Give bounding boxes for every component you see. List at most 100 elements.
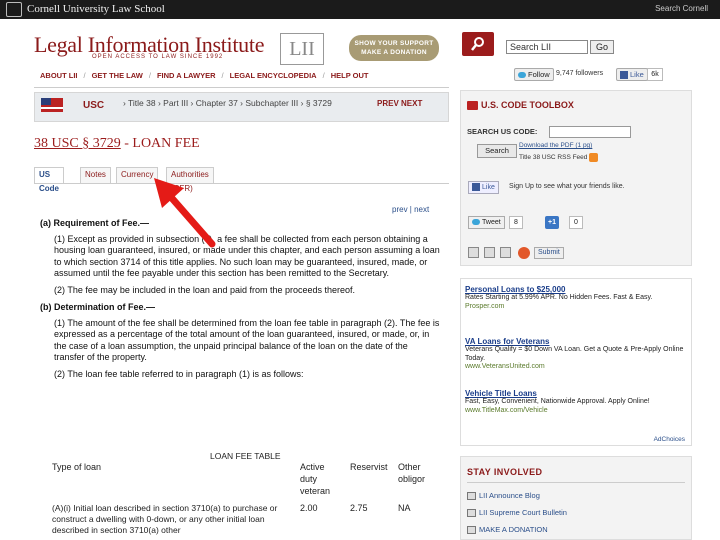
rss-label: Title 38 USC RSS Feed [519, 154, 588, 162]
rss-feed-link[interactable]: Title 38 USC RSS Feed [519, 153, 599, 162]
ad-description: Fast, Easy, Convenient, Nationwide Appro… [465, 398, 650, 405]
ad-title[interactable]: Personal Loans to $25,000 [465, 285, 690, 294]
nav-help-out[interactable]: HELP OUT [331, 71, 369, 80]
twitter-bird-icon [472, 219, 480, 226]
breadcrumb-bar: USC › Title 38 › Part III › Chapter 37 ›… [34, 92, 449, 122]
table-cell-type: (A)(i) Initial loan described in section… [52, 503, 278, 535]
blog-icon [467, 492, 476, 501]
ad-url[interactable]: www.VeteransUnited.com [465, 363, 690, 370]
prev-next-pager[interactable]: prev | next [392, 205, 429, 214]
subsection-b-heading: (b) Determination of Fee.— [40, 302, 156, 312]
nav-get-the-law[interactable]: GET THE LAW [92, 71, 143, 80]
facebook-icon [620, 71, 628, 80]
toolbox-title-text: U.S. CODE TOOLBOX [481, 100, 574, 110]
ad-item[interactable]: Personal Loans to $25,000 Rates Starting… [465, 285, 690, 310]
nav-separator: / [221, 71, 224, 80]
subsection-a-heading: (a) Requirement of Fee.— [40, 218, 150, 228]
prev-next-links[interactable]: PREV NEXT [377, 99, 422, 108]
main-nav: ABOUT LII / GET THE LAW / FIND A LAWYER / LEGA… [40, 71, 368, 80]
toolbox-title: U.S. CODE TOOLBOX [467, 100, 574, 111]
table-cell-active: 2.00 [300, 503, 318, 513]
ad-item[interactable]: VA Loans for Veterans Veterans Qualify =… [465, 337, 690, 370]
tab-us-code[interactable]: US Code [34, 167, 64, 193]
code-label[interactable]: USC [83, 100, 104, 111]
paragraph-a1: (1) Except as provided in subsection (c)… [54, 233, 440, 279]
stay-involved-divider [467, 482, 685, 483]
nav-legal-encyclopedia[interactable]: LEGAL ENCYCLOPEDIA [230, 71, 317, 80]
submit-button[interactable]: Submit [534, 247, 564, 259]
twitter-bird-icon [518, 72, 526, 79]
tabs-divider [34, 183, 449, 184]
paragraph-a2: (2) The fee may be included in the loan … [54, 284, 356, 295]
donation-icon [467, 526, 476, 535]
cornell-seal-icon[interactable] [6, 2, 22, 17]
nav-find-a-lawyer[interactable]: FIND A LAWYER [157, 71, 216, 80]
toolbox-like-button[interactable]: Like [468, 181, 499, 194]
toolbox-icon [467, 101, 478, 111]
stay-involved-title: STAY INVOLVED [467, 467, 543, 477]
donate-button[interactable]: SHOW YOUR SUPPORT MAKE A DONATION [349, 35, 439, 61]
facebook-like-button[interactable]: Like [616, 68, 648, 81]
tweet-label: Tweet [482, 219, 501, 226]
table-header-active: Active duty veteran [300, 462, 331, 496]
toolbox-search-button[interactable]: Search [477, 144, 517, 158]
make-donation-link[interactable]: MAKE A DONATION [467, 525, 548, 535]
paragraph-b2: (2) The loan fee table referred to in pa… [54, 368, 304, 379]
site-tagline: OPEN ACCESS TO LAW SINCE 1992 [92, 54, 224, 60]
table-cell-reservist: 2.75 [350, 503, 368, 513]
section-citation[interactable]: 38 USC § 3729 [34, 136, 121, 151]
nav-separator: / [322, 71, 325, 80]
rss-icon [589, 153, 599, 162]
ad-url[interactable]: Prosper.com [465, 303, 690, 310]
like-signup-text: Sign Up to see what your friends like. [509, 183, 625, 190]
like-label: Like [482, 184, 495, 191]
ad-title[interactable]: VA Loans for Veterans [465, 337, 690, 346]
stumbleupon-icon[interactable] [518, 247, 530, 259]
follow-label: Follow [528, 70, 550, 79]
us-flag-icon [41, 98, 63, 112]
nav-separator: / [83, 71, 86, 80]
toolbox-search-label: SEARCH US CODE: [467, 127, 538, 136]
breadcrumb[interactable]: › Title 38 › Part III › Chapter 37 › Sub… [123, 98, 371, 109]
lii-logo[interactable]: LII [280, 33, 324, 65]
email-icon[interactable] [468, 247, 479, 258]
follower-count: 9,747 followers [556, 70, 604, 77]
announce-blog-link[interactable]: LII Announce Blog [467, 491, 540, 501]
twitter-follow-button[interactable]: Follow [514, 68, 554, 81]
bookmark-icon[interactable] [500, 247, 511, 258]
paragraph-b1: (1) The amount of the fee shall be deter… [54, 317, 440, 363]
search-icon [471, 37, 484, 51]
ad-url[interactable]: www.TitleMax.com/Vehicle [465, 407, 690, 414]
gplus-count: 0 [569, 216, 583, 229]
nav-about[interactable]: ABOUT LII [40, 71, 78, 80]
search-cornell-link[interactable]: Search Cornell [655, 4, 708, 13]
print-icon[interactable] [484, 247, 495, 258]
table-header-reservist: Reservist [350, 462, 388, 472]
top-bar: Cornell University Law School Search Cor… [0, 0, 720, 19]
like-label: Like [630, 70, 644, 79]
section-name: - LOAN FEE [120, 136, 200, 151]
nav-divider [34, 87, 449, 88]
toolbox-search-input[interactable] [549, 126, 631, 138]
download-pdf-link[interactable]: Download the PDF (1 pg) [519, 142, 592, 149]
announce-blog-label: LII Announce Blog [479, 491, 540, 500]
university-link[interactable]: Cornell University Law School [27, 3, 165, 15]
table-header-other: Other obligor [398, 462, 426, 484]
nav-separator: / [148, 71, 151, 80]
ad-description: Rates Starting at 5.99% APR. No Hidden F… [465, 294, 653, 301]
table-cell-other: NA [398, 503, 411, 513]
table-header-type: Type of loan [52, 462, 102, 472]
go-button[interactable]: Go [590, 40, 614, 54]
adchoices-link[interactable]: AdChoices [654, 436, 685, 443]
tab-notes[interactable]: Notes [80, 167, 111, 183]
donation-label: MAKE A DONATION [479, 525, 548, 534]
tweet-button[interactable]: Tweet [468, 216, 505, 229]
donate-line-1: SHOW YOUR SUPPORT [354, 40, 434, 47]
ad-title[interactable]: Vehicle Title Loans [465, 389, 690, 398]
search-input[interactable]: Search LII [506, 40, 588, 54]
google-plus-button[interactable]: +1 [545, 216, 559, 229]
facebook-icon [472, 183, 480, 192]
ad-item[interactable]: Vehicle Title Loans Fast, Easy, Convenie… [465, 389, 690, 414]
supreme-court-bulletin-link[interactable]: LII Supreme Court Bulletin [467, 508, 567, 518]
search-toggle-button[interactable] [462, 32, 494, 56]
